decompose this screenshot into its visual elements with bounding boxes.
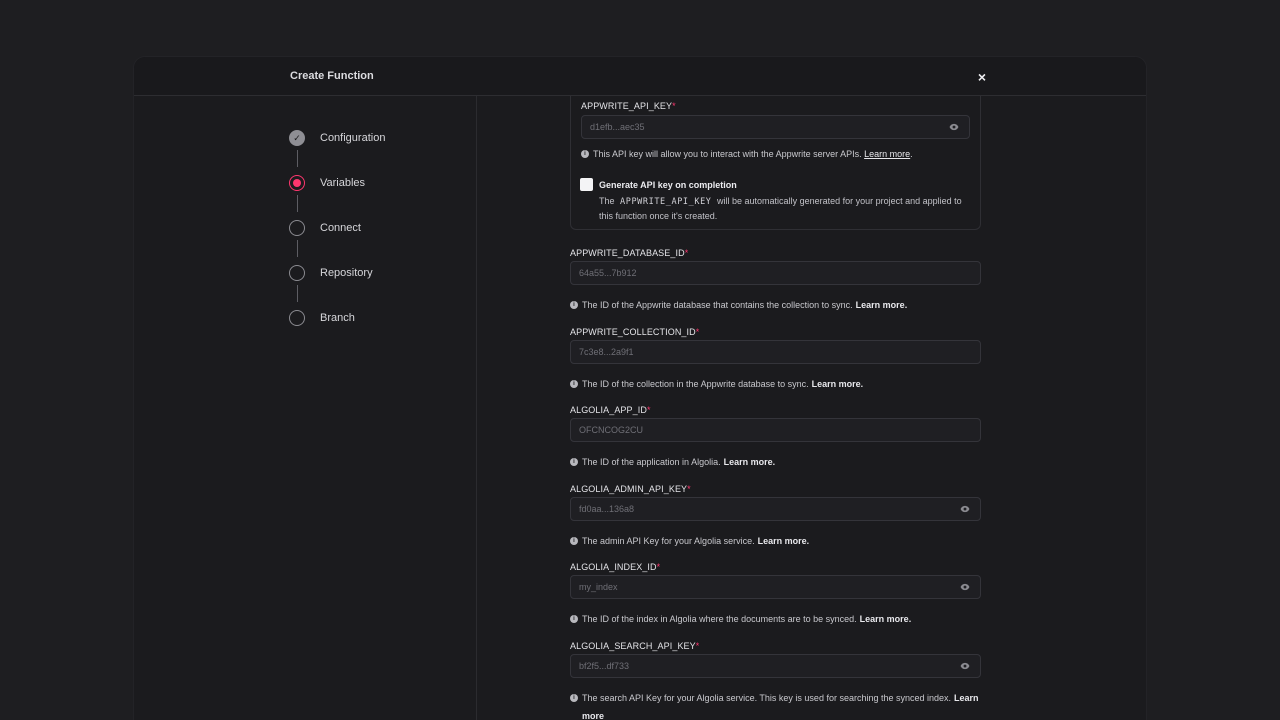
info-icon: i bbox=[570, 301, 578, 309]
generate-api-key-label: Generate API key on completion bbox=[599, 180, 737, 190]
step-configuration[interactable]: ✓ Configuration bbox=[289, 129, 385, 147]
generate-api-key-checkbox[interactable] bbox=[580, 178, 593, 191]
check-icon: ✓ bbox=[289, 130, 305, 146]
step-connector bbox=[297, 195, 298, 212]
step-connect[interactable]: Connect bbox=[289, 219, 361, 237]
field-label: ALGOLIA_ADMIN_API_KEY* bbox=[570, 484, 691, 494]
help-text: i The ID of the collection in the Appwrit… bbox=[570, 375, 980, 393]
step-connector bbox=[297, 150, 298, 167]
step-label: Branch bbox=[320, 312, 355, 324]
algolia-app-id-input[interactable]: OFCNCOG2CU bbox=[570, 418, 981, 442]
code-text: APPWRITE_API_KEY bbox=[620, 197, 712, 207]
pending-step-icon bbox=[289, 220, 305, 236]
field-label: APPWRITE_DATABASE_ID* bbox=[570, 248, 689, 258]
eye-icon[interactable] bbox=[960, 661, 970, 671]
help-text: i The admin API Key for your Algolia serv… bbox=[570, 532, 980, 550]
step-label: Connect bbox=[320, 222, 361, 234]
eye-icon[interactable] bbox=[960, 582, 970, 592]
eye-icon[interactable] bbox=[949, 122, 959, 132]
create-function-modal: Create Function × ✓ Configuration Variab… bbox=[133, 56, 1147, 720]
step-connector bbox=[297, 240, 298, 257]
learn-more-link[interactable]: Learn more. bbox=[812, 379, 864, 389]
modal-title: Create Function bbox=[290, 70, 374, 82]
learn-more-link[interactable]: Learn more. bbox=[724, 457, 776, 467]
modal-header: Create Function × bbox=[134, 57, 1146, 96]
algolia-index-id-input[interactable]: my_index bbox=[570, 575, 981, 599]
info-icon: i bbox=[570, 380, 578, 388]
eye-icon[interactable] bbox=[960, 504, 970, 514]
field-label: ALGOLIA_INDEX_ID* bbox=[570, 562, 661, 572]
close-button[interactable]: × bbox=[974, 69, 990, 85]
appwrite-api-key-input[interactable]: d1efb...aec35 bbox=[581, 115, 970, 139]
help-text: i The ID of the application in Algolia. Le… bbox=[570, 453, 980, 471]
step-label: Repository bbox=[320, 267, 373, 279]
pending-step-icon bbox=[289, 310, 305, 326]
algolia-search-api-key-input[interactable]: bf2f5...df733 bbox=[570, 654, 981, 678]
step-label: Variables bbox=[320, 177, 366, 189]
learn-more-link[interactable]: Learn more bbox=[864, 149, 910, 159]
learn-more-link[interactable]: Learn more. bbox=[860, 614, 912, 624]
info-icon: i bbox=[570, 694, 578, 702]
info-icon: i bbox=[570, 615, 578, 623]
algolia-admin-api-key-input[interactable]: fd0aa...136a8 bbox=[570, 497, 981, 521]
info-icon: i bbox=[581, 150, 589, 158]
step-branch[interactable]: Branch bbox=[289, 309, 355, 327]
step-repository[interactable]: Repository bbox=[289, 264, 373, 282]
info-icon: i bbox=[570, 537, 578, 545]
learn-more-link[interactable]: Learn more. bbox=[856, 300, 908, 310]
step-label: Configuration bbox=[320, 132, 386, 144]
step-variables[interactable]: Variables bbox=[289, 174, 365, 192]
appwrite-database-id-input[interactable]: 64a55...7b912 bbox=[570, 261, 981, 285]
active-step-icon bbox=[289, 175, 305, 191]
pending-step-icon bbox=[289, 265, 305, 281]
appwrite-collection-id-input[interactable]: 7c3e8...2a9f1 bbox=[570, 340, 981, 364]
field-label: APPWRITE_API_KEY* bbox=[581, 101, 676, 111]
help-text: i The search API Key for your Algolia ser… bbox=[570, 689, 980, 720]
field-label: APPWRITE_COLLECTION_ID* bbox=[570, 327, 700, 337]
help-text: i The ID of the index in Algolia where th… bbox=[570, 610, 980, 628]
help-text: i This API key will allow you to interac… bbox=[581, 149, 913, 159]
variables-form: APPWRITE_API_KEY* d1efb...aec35 i This A… bbox=[478, 96, 1146, 720]
steps-sidebar: ✓ Configuration Variables Connect Reposi… bbox=[134, 96, 477, 720]
learn-more-link[interactable]: Learn more. bbox=[758, 536, 810, 546]
info-icon: i bbox=[570, 458, 578, 466]
generate-api-key-description: The APPWRITE_API_KEY will be automatical… bbox=[599, 196, 962, 221]
help-text: i The ID of the Appwrite database that co… bbox=[570, 296, 980, 314]
step-connector bbox=[297, 285, 298, 302]
field-label: ALGOLIA_SEARCH_API_KEY* bbox=[570, 641, 700, 651]
field-label: ALGOLIA_APP_ID* bbox=[570, 405, 651, 415]
